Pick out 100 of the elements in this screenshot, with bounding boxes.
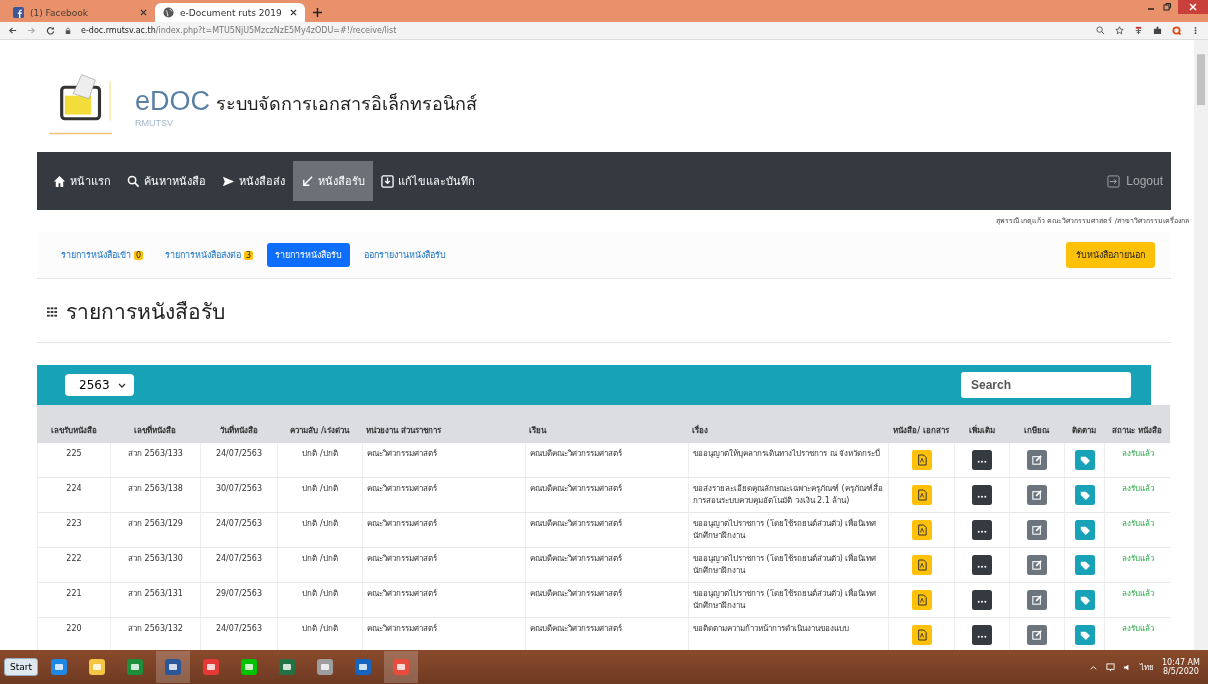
sub-nav-link[interactable]: รายการหนังสือเข้า 0 [53, 243, 152, 267]
page-heading: รายการหนังสือรับ [66, 299, 225, 326]
more-button[interactable] [972, 555, 992, 575]
table-cell: 30/07/2563 [200, 478, 277, 513]
table-cell: ปกติ /ปกติ [277, 583, 362, 618]
app-icon [49, 657, 69, 677]
taskbar-app[interactable] [384, 651, 418, 683]
arrow-right-icon [222, 174, 235, 188]
tag-button[interactable] [1074, 590, 1095, 610]
tag-button[interactable] [1074, 555, 1095, 575]
column-header: เลขที่หนังสือ [110, 405, 200, 443]
browser-tab[interactable]: e-Document ruts 2019 [155, 3, 305, 22]
table-cell: ขออนุญาตให้บุคลากรเดินทางไปราชการ ณ จังหวัดกระบี่ [688, 443, 888, 478]
language-indicator[interactable]: ไทย [1140, 660, 1154, 674]
arrow-down-left-icon [301, 174, 314, 188]
nav-item[interactable]: ค้นหาหนังสือ [119, 161, 214, 201]
table-cell: สวก 2563/130 [110, 548, 200, 583]
edit-button[interactable] [1027, 450, 1047, 470]
column-header: เกษียณ [1009, 405, 1064, 443]
more-button[interactable] [972, 520, 992, 540]
zoom-icon[interactable] [1096, 26, 1105, 35]
search-field[interactable]: Search [961, 372, 1131, 398]
download-box-icon [381, 174, 394, 188]
status-text: ลงรับแล้ว [1104, 443, 1170, 478]
star-icon[interactable] [1115, 26, 1124, 35]
edit-button[interactable] [1027, 485, 1047, 505]
start-button[interactable]: Start [4, 658, 38, 676]
document-button[interactable] [911, 590, 932, 610]
restore-icon[interactable] [1162, 2, 1172, 12]
table-cell: คณบดีคณะวิศวกรรมศาสตร์ [525, 583, 688, 618]
table-cell: คณะวิศวกรรมศาสตร์ [362, 443, 525, 478]
nav-item[interactable]: หนังสือรับ [293, 161, 373, 201]
close-icon[interactable] [290, 9, 297, 16]
tag-button[interactable] [1074, 520, 1095, 540]
sub-nav-link[interactable]: รายการหนังสือส่งต่อ 3 [157, 243, 262, 267]
nav-item[interactable]: หนังสือส่ง [214, 161, 293, 201]
logout-link[interactable]: Logout [1107, 174, 1163, 188]
table-cell: 225 [37, 443, 110, 478]
sub-nav-link[interactable]: ออกรายงานหนังสือรับ [356, 243, 455, 267]
tag-button[interactable] [1074, 450, 1095, 470]
table-cell: สวก 2563/133 [110, 443, 200, 478]
table-cell: สวก 2563/131 [110, 583, 200, 618]
puzzle-icon[interactable] [1153, 26, 1162, 35]
document-button[interactable] [911, 485, 932, 505]
table-cell: ปกติ /ปกติ [277, 478, 362, 513]
table-cell: ปกติ /ปกติ [277, 548, 362, 583]
document-button[interactable] [911, 555, 932, 575]
more-button[interactable] [972, 590, 992, 610]
reload-icon[interactable] [46, 26, 55, 35]
document-button[interactable] [911, 450, 932, 470]
table-cell: ขออนุญาตไปราชการ (โดยใช้รถยนต์ส่วนตัว) เพื่อนิเทศนักศึกษาฝึกงาน [688, 513, 888, 548]
table-cell: ปกติ /ปกติ [277, 443, 362, 478]
tag-button[interactable] [1074, 625, 1095, 645]
more-button[interactable] [972, 625, 992, 645]
home-icon [53, 174, 66, 188]
table-cell: 223 [37, 513, 110, 548]
clock[interactable]: 10:47 AM 8/5/2020 [1162, 658, 1204, 676]
document-button[interactable] [911, 520, 932, 540]
edit-button[interactable] [1027, 555, 1047, 575]
external-receive-button[interactable]: รับหนังสือภายนอก [1066, 242, 1155, 268]
table-cell: 24/07/2563 [200, 548, 277, 583]
table-cell: ปกติ /ปกติ [277, 513, 362, 548]
more-button[interactable] [972, 450, 992, 470]
table-cell: คณบดีคณะวิศวกรรมศาสตร์ [525, 513, 688, 548]
year-dropdown[interactable]: 2563 [65, 374, 134, 396]
table-cell: คณบดีคณะวิศวกรรมศาสตร์ [525, 443, 688, 478]
table-cell: 221 [37, 583, 110, 618]
close-icon[interactable] [1178, 0, 1208, 14]
column-header: สถานะ หนังสือ [1104, 405, 1170, 443]
edit-button[interactable] [1027, 520, 1047, 540]
taskbar-app[interactable] [156, 651, 190, 683]
status-text: ลงรับแล้ว [1104, 513, 1170, 548]
edit-button[interactable] [1027, 590, 1047, 610]
logo-text: eDOC [135, 86, 210, 117]
table-cell: คณบดีคณะวิศวกรรมศาสตร์ [525, 478, 688, 513]
back-arrow-icon[interactable] [8, 26, 17, 35]
nav-item[interactable]: แก้ไขและบันทึก [373, 161, 483, 201]
column-header: ติดตาม [1064, 405, 1104, 443]
sub-nav-link[interactable]: รายการหนังสือรับ [267, 243, 351, 267]
close-icon[interactable] [140, 9, 147, 16]
url-field[interactable]: e-doc.rmutsv.ac.th/index.php?t=MTU5NjU5MzczNzE5My4zODU=#!/receive/list [81, 26, 1086, 35]
browser-tab[interactable]: (1) Facebook [5, 3, 155, 22]
column-header: หน่วยงาน ส่วนราชการ [362, 405, 525, 443]
network-icon[interactable] [1106, 662, 1115, 672]
table-cell: 224 [37, 478, 110, 513]
new-tab-icon[interactable] [313, 8, 322, 17]
more-button[interactable] [972, 485, 992, 505]
table-cell: ขออนุญาตไปราชการ (โดยใช้รถยนต์ส่วนตัว) เพื่อนิเทศนักศึกษาฝึกงาน [688, 583, 888, 618]
nav-item[interactable]: หน้าแรก [45, 161, 119, 201]
edit-button[interactable] [1027, 625, 1047, 645]
table-cell: ขอส่งรายละเอียดคุณลักษณะเฉพาะครุภัณฑ์ (ครุภัณฑ์สื่อการสอนระบบควบคุมอัตโนมัติ วงเงิน 2.1 ล้าน) [688, 478, 888, 513]
profile-icon[interactable] [1172, 26, 1181, 35]
app-icon [277, 657, 297, 677]
count-badge: 3 [244, 251, 254, 260]
table-cell: 222 [37, 548, 110, 583]
document-button[interactable] [911, 625, 932, 645]
column-header: วันที่หนังสือ [200, 405, 277, 443]
extension-icon[interactable] [1134, 26, 1143, 35]
grid-icon [47, 306, 58, 317]
tag-button[interactable] [1074, 485, 1095, 505]
